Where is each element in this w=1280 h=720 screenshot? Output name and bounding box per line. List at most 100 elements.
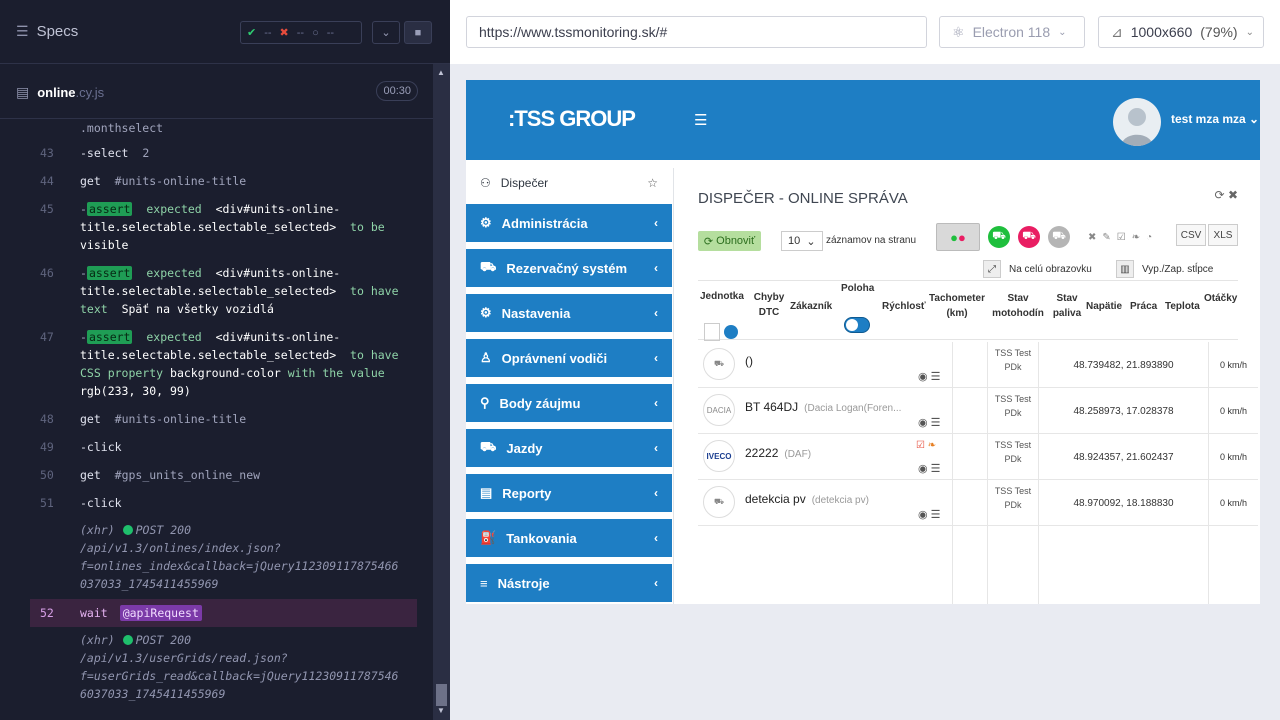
leaf-icon[interactable]: ❧ [1132, 232, 1140, 243]
star-icon[interactable]: ☆ [647, 176, 658, 190]
gps-cell [1038, 526, 1208, 604]
xhr-log[interactable]: (xhr) POST 200 /api/v1.3/userGrids/read.j… [30, 627, 417, 701]
wrench-icon[interactable]: ✎ [1102, 232, 1110, 243]
col-header[interactable]: Zákazník [790, 299, 832, 314]
csv-button[interactable]: CSV [1176, 224, 1206, 246]
refresh-icon[interactable]: ⟳ [1215, 188, 1225, 202]
scroll-down-icon[interactable]: ▼ [437, 706, 445, 715]
menu-icon[interactable]: ☰ [931, 509, 941, 521]
command-name: get [80, 468, 101, 482]
specs-menu-icon[interactable]: ☰ [16, 23, 29, 40]
sidebar-item-nastroje[interactable]: ≡ Nástroje ‹ [466, 564, 672, 602]
sidebar-item-administracia[interactable]: ⚙ Administrácia ‹ [466, 204, 672, 242]
browser-select[interactable]: ⚛ Electron 118 ⌄ [939, 16, 1085, 48]
check-icon[interactable]: ☑ [1117, 232, 1126, 243]
toggle-columns-button[interactable]: ▥ Vyp./Zap. stĺpce [1116, 260, 1213, 278]
sidebar-item-label: Nástroje [497, 575, 550, 591]
sidebar-item-nastavenia[interactable]: ⚙ Nastavenia ‹ [466, 294, 672, 332]
close-filter-icon[interactable]: ✖ [1088, 232, 1096, 243]
assert-text: title.selectable.selectable_selected> [80, 220, 337, 234]
globe-icon[interactable]: ◉ [918, 371, 928, 383]
hamburger-icon[interactable]: ☰ [694, 111, 707, 129]
col-header[interactable]: Rýchlosť [882, 299, 926, 314]
command-row[interactable]: 43 -select 2 [30, 139, 417, 167]
table-row[interactable]: ⛟ detekcia pv (detekcia pv) ◉ ☰ TSS Test … [698, 480, 1258, 526]
sidebar-item-rezervacny-system[interactable]: ⛟ Rezervačný systém ‹ [466, 249, 672, 287]
command-scrollbar[interactable]: ▲ ▼ [433, 64, 450, 720]
app-sidebar: ⚇ Dispečer ☆ ⚙ Administrácia ‹ ⛟ Rezervačný… [466, 168, 672, 604]
scroll-up-icon[interactable]: ▲ [437, 68, 445, 77]
refresh-button[interactable]: ⟳ Obnoviť [698, 231, 761, 251]
assert-row[interactable]: 45- assert expected <div#units-online-tit… [30, 195, 417, 259]
globe-icon[interactable]: ◉ [918, 417, 928, 429]
sidebar-item-jazdy[interactable]: ⛟ Jazdy ‹ [466, 429, 672, 467]
table-row[interactable]: DACIA BT 464DJ (Dacia Logan(Foren... ◉ ☰ … [698, 388, 1258, 434]
col-header[interactable]: Poloha [841, 281, 874, 296]
chevron-down-icon: ⌄ [1249, 112, 1260, 126]
menu-icon[interactable]: ☰ [931, 371, 941, 383]
col-header[interactable]: Tachometer (km) [928, 291, 986, 321]
filter-all-car-icon[interactable]: ● ● [936, 223, 980, 251]
menu-icon[interactable]: ☰ [931, 417, 941, 429]
globe-icon[interactable]: ◉ [918, 463, 928, 475]
gear-icon: ⚙ [480, 305, 492, 320]
sidebar-item-tankovania[interactable]: ⛽ Tankovania ‹ [466, 519, 672, 557]
col-header[interactable]: Otáčky motora [1204, 291, 1238, 306]
assert-row[interactable]: 47- assert expected <div#units-online-tit… [30, 323, 417, 405]
fullscreen-button[interactable]: ⤢ Na celú obrazovku [983, 260, 1092, 278]
command-row[interactable]: 49 -click [30, 433, 417, 461]
person-icon: ♙ [480, 350, 492, 365]
table-row[interactable]: IVECO 22222 (DAF) ☑ ❧ ◉ ☰ TSS Test PDk 48… [698, 434, 1258, 480]
gauge-icon[interactable]: ◔ [1146, 232, 1152, 243]
sidebar-item-label: Nastavenia [501, 305, 571, 321]
tss-logo[interactable]: :TSS GROUP [508, 106, 636, 132]
gray-car-icon[interactable]: ⛟ [1048, 226, 1070, 248]
assert-row[interactable]: 46- assert expected <div#units-online-tit… [30, 259, 417, 323]
viewport-select[interactable]: ⊿ 1000x660 (79%) ⌄ [1098, 16, 1264, 48]
table-row[interactable]: ⛟ () ◉ ☰ TSS Test PDk 48.739482, 21.8938… [698, 342, 1258, 388]
red-car-icon[interactable]: ⛟ [1018, 226, 1040, 248]
command-row[interactable]: 44 get #units-online-title [30, 167, 417, 195]
command-row[interactable]: .monthselect [30, 119, 417, 139]
sidebar-item-opravneni-vodici[interactable]: ♙ Oprávnení vodiči ‹ [466, 339, 672, 377]
status-filter: ● ● ⛟ ⛟ ⛟ [936, 223, 1070, 251]
menu-icon[interactable]: ☰ [931, 463, 941, 475]
scroll-thumb[interactable] [436, 684, 447, 706]
sidebar-item-dispecer[interactable]: ⚇ Dispečer ☆ [466, 168, 672, 198]
col-header[interactable]: Stav motohodín [992, 291, 1044, 321]
chevron-left-icon: ‹ [654, 441, 658, 455]
user-menu[interactable]: test mza mza ⌄ [1171, 112, 1259, 126]
wait-row[interactable]: 52 wait @apiRequest [30, 599, 417, 627]
assert-text: expected [146, 202, 202, 216]
specs-title[interactable]: Specs [37, 23, 79, 40]
per-page-select[interactable]: 10 ⌄ [781, 231, 823, 251]
position-toggle[interactable] [844, 317, 870, 333]
stop-button[interactable]: ■ [404, 21, 432, 44]
xls-button[interactable]: XLS [1208, 224, 1238, 246]
command-row[interactable]: 50 get #gps_units_online_new [30, 461, 417, 489]
globe-icon[interactable]: ◉ [918, 509, 928, 521]
col-header[interactable]: Napätie [1086, 299, 1122, 314]
xhr-log[interactable]: (xhr) POST 200 /api/v1.3/onlines/index.js… [30, 517, 417, 599]
url-bar[interactable]: https://www.tssmonitoring.sk/# [466, 16, 927, 48]
chevron-left-icon: ‹ [654, 261, 658, 275]
aut-panel: https://www.tssmonitoring.sk/# ⚛ Electro… [450, 0, 1280, 720]
sidebar-item-body-zaujmu[interactable]: ⚲ Body záujmu ‹ [466, 384, 672, 422]
chevron-down-icon[interactable]: ⌄ [372, 21, 400, 44]
sidebar-item-reporty[interactable]: ▤ Reporty ‹ [466, 474, 672, 512]
col-header[interactable]: Práca [1130, 299, 1157, 314]
command-row[interactable]: 51 -click [30, 489, 417, 517]
unit-filter-input[interactable] [704, 323, 720, 341]
sidebar-item-label: Rezervačný systém [506, 260, 628, 276]
globe-icon[interactable] [724, 325, 738, 339]
col-header[interactable]: Teplota [1165, 299, 1200, 314]
col-header[interactable]: Jednotka [700, 289, 744, 304]
col-header[interactable]: Chyby DTC [752, 290, 786, 320]
command-name: wait [80, 606, 108, 620]
avatar[interactable] [1113, 98, 1161, 146]
close-icon[interactable]: ✖ [1228, 188, 1238, 202]
spec-ext: .cy.js [75, 84, 105, 100]
green-car-icon[interactable]: ⛟ [988, 226, 1010, 248]
command-row[interactable]: 48 get #units-online-title [30, 405, 417, 433]
col-header[interactable]: Stav paliva [1050, 291, 1084, 321]
